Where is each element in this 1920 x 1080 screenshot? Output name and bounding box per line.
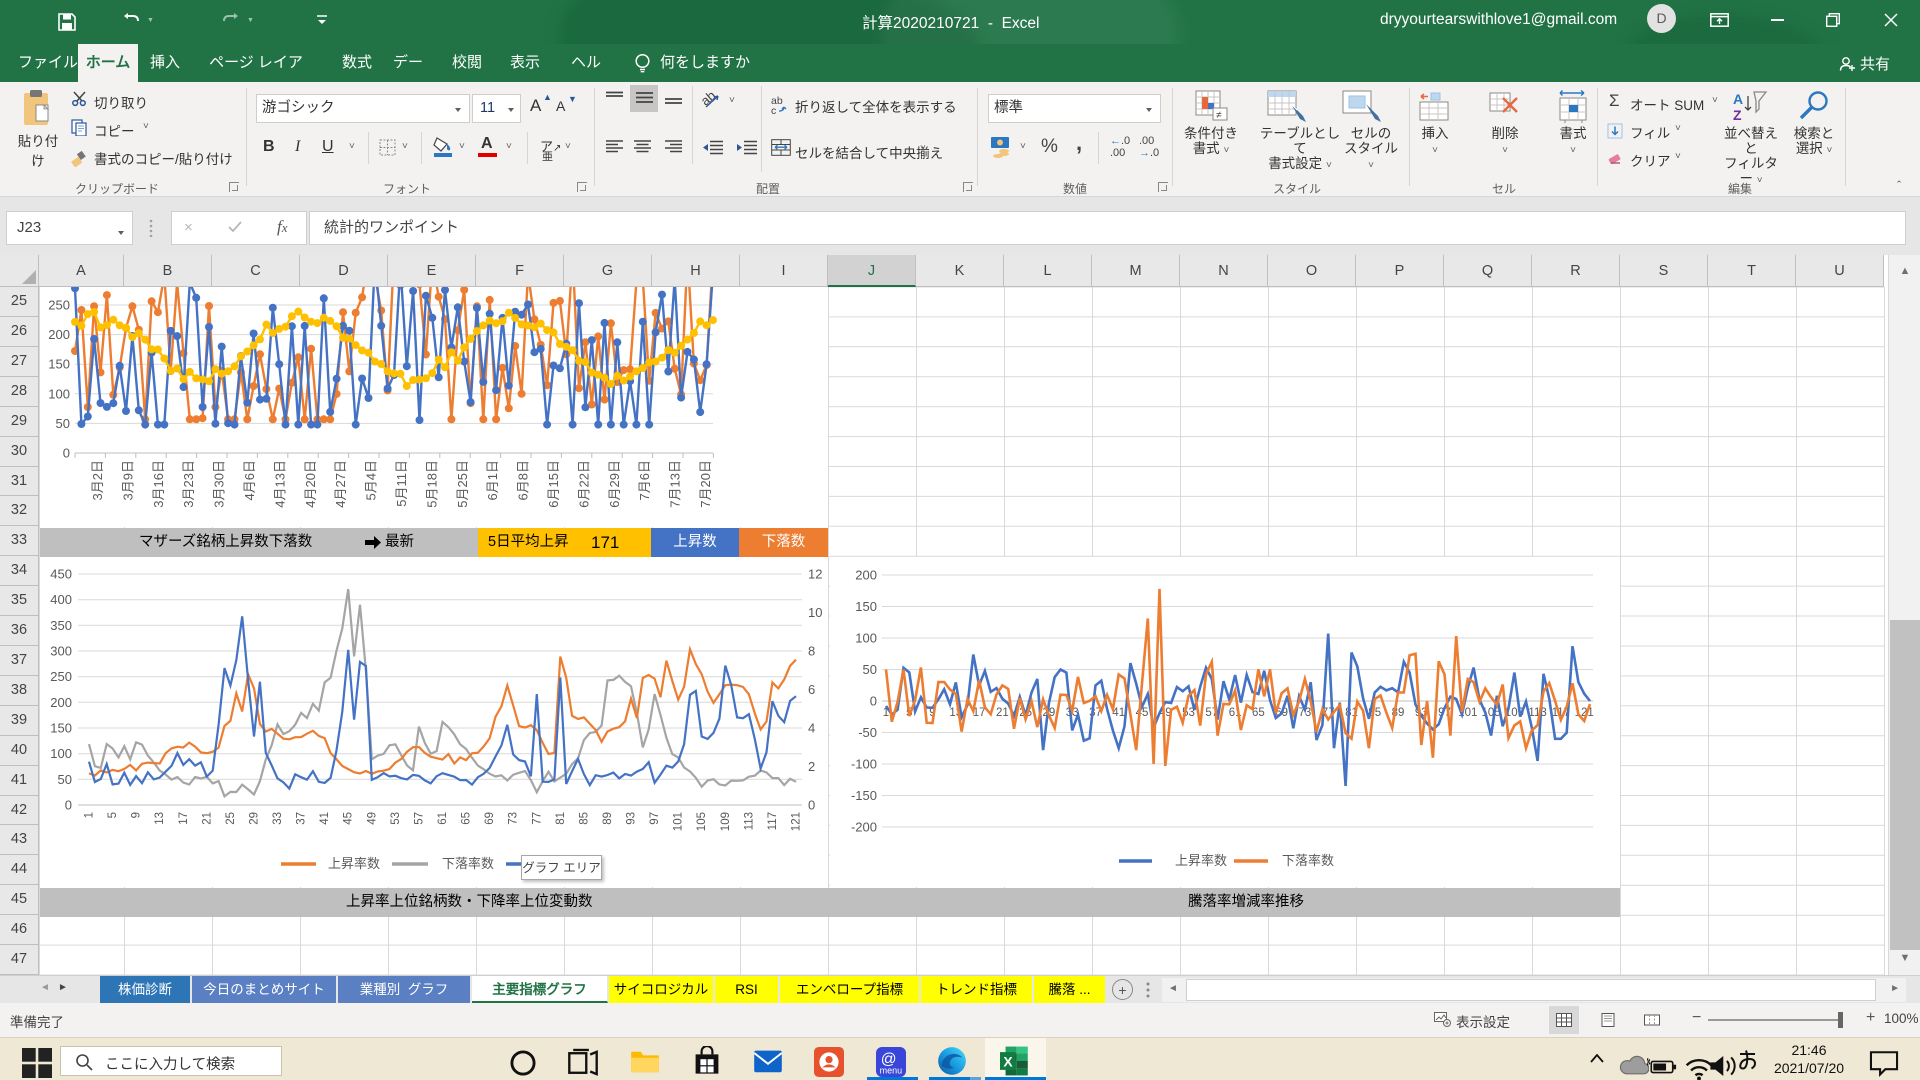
svg-text:200: 200 xyxy=(855,568,877,583)
svg-text:5月4日: 5月4日 xyxy=(364,460,379,500)
svg-text:17: 17 xyxy=(178,812,190,825)
svg-text:-50: -50 xyxy=(858,725,877,740)
svg-text:2: 2 xyxy=(808,759,815,774)
svg-text:41: 41 xyxy=(319,812,331,825)
svg-text:下落率数: 下落率数 xyxy=(442,856,494,871)
svg-text:0: 0 xyxy=(870,694,877,709)
svg-text:3月30日: 3月30日 xyxy=(212,460,227,508)
svg-text:109: 109 xyxy=(720,812,732,831)
svg-text:53: 53 xyxy=(390,812,402,825)
svg-text:200: 200 xyxy=(48,327,70,342)
svg-text:100: 100 xyxy=(50,746,72,761)
svg-text:5月11日: 5月11日 xyxy=(394,460,409,507)
svg-text:≠: ≠ xyxy=(1216,110,1222,121)
svg-text:3月9日: 3月9日 xyxy=(120,460,135,500)
svg-text:-150: -150 xyxy=(851,788,877,803)
svg-text:65: 65 xyxy=(461,812,473,825)
svg-text:7月20日: 7月20日 xyxy=(698,460,713,508)
svg-text:300: 300 xyxy=(50,644,72,659)
svg-text:7月13日: 7月13日 xyxy=(668,460,683,508)
svg-text:0: 0 xyxy=(63,446,70,461)
svg-text:6月8日: 6月8日 xyxy=(516,460,531,500)
svg-text:12: 12 xyxy=(808,567,822,582)
svg-text:37: 37 xyxy=(296,812,308,825)
svg-text:1: 1 xyxy=(84,812,96,818)
svg-text:A: A xyxy=(1733,91,1743,107)
svg-text:4: 4 xyxy=(808,721,815,736)
svg-text:-200: -200 xyxy=(851,820,877,835)
svg-text:50: 50 xyxy=(58,772,72,787)
svg-text:150: 150 xyxy=(50,721,72,736)
svg-text:6月1日: 6月1日 xyxy=(485,460,500,500)
svg-text:9: 9 xyxy=(131,812,143,818)
svg-text:0: 0 xyxy=(65,798,72,813)
svg-text:150: 150 xyxy=(48,357,70,372)
svg-text:4月6日: 4月6日 xyxy=(242,460,257,500)
svg-text:73: 73 xyxy=(508,812,520,825)
svg-text:121: 121 xyxy=(791,812,803,831)
svg-text:8: 8 xyxy=(808,644,815,659)
svg-text:45: 45 xyxy=(343,812,355,825)
svg-text:21: 21 xyxy=(201,812,213,825)
svg-text:25: 25 xyxy=(225,812,237,825)
svg-text:50: 50 xyxy=(863,662,877,677)
svg-text:250: 250 xyxy=(50,669,72,684)
svg-text:4月13日: 4月13日 xyxy=(272,460,287,508)
svg-text:105: 105 xyxy=(696,812,708,831)
svg-text:6月15日: 6月15日 xyxy=(546,460,561,508)
svg-text:10: 10 xyxy=(808,605,822,620)
svg-text:6: 6 xyxy=(808,682,815,697)
svg-text:X: X xyxy=(1003,1054,1013,1070)
svg-text:450: 450 xyxy=(50,567,72,582)
svg-text:113: 113 xyxy=(743,812,755,830)
svg-text:5: 5 xyxy=(107,812,119,818)
svg-text:21: 21 xyxy=(996,707,1009,719)
svg-text:200: 200 xyxy=(50,695,72,710)
svg-text:0: 0 xyxy=(808,798,815,813)
svg-text:49: 49 xyxy=(366,812,378,825)
svg-text:3月16日: 3月16日 xyxy=(151,460,166,508)
svg-text:4月20日: 4月20日 xyxy=(303,460,318,508)
svg-text:7月6日: 7月6日 xyxy=(637,460,652,500)
svg-text:menu: menu xyxy=(880,1065,903,1075)
svg-text:Z: Z xyxy=(1733,107,1742,123)
svg-text:350: 350 xyxy=(50,618,72,633)
svg-text:61: 61 xyxy=(437,812,449,825)
svg-text:上昇率数: 上昇率数 xyxy=(1175,853,1227,868)
svg-text:ab: ab xyxy=(702,90,718,108)
svg-text:c: c xyxy=(771,105,776,115)
svg-text:93: 93 xyxy=(626,812,638,825)
svg-text:69: 69 xyxy=(484,812,496,825)
svg-text:50: 50 xyxy=(56,416,70,431)
svg-text:97: 97 xyxy=(649,812,661,825)
svg-text:3月23日: 3月23日 xyxy=(181,460,196,508)
svg-text:101: 101 xyxy=(673,812,685,831)
svg-text:85: 85 xyxy=(578,812,590,825)
svg-text:3月2日: 3月2日 xyxy=(90,460,105,500)
svg-text:29: 29 xyxy=(249,812,261,825)
svg-text:65: 65 xyxy=(1252,707,1265,719)
svg-text:上昇率数: 上昇率数 xyxy=(328,856,380,871)
svg-text:-100: -100 xyxy=(851,757,877,772)
svg-text:57: 57 xyxy=(413,812,425,825)
svg-text:33: 33 xyxy=(272,812,284,825)
svg-text:77: 77 xyxy=(531,812,543,825)
svg-text:4月27日: 4月27日 xyxy=(333,460,348,508)
svg-text:13: 13 xyxy=(154,812,166,825)
svg-text:81: 81 xyxy=(555,812,567,825)
svg-text:89: 89 xyxy=(602,812,614,825)
svg-text:5月25日: 5月25日 xyxy=(455,460,470,508)
svg-text:100: 100 xyxy=(48,386,70,401)
svg-text:150: 150 xyxy=(855,599,877,614)
svg-text:100: 100 xyxy=(855,631,877,646)
svg-text:下落率数: 下落率数 xyxy=(1282,853,1334,868)
svg-text:6月22日: 6月22日 xyxy=(576,460,591,508)
svg-text:113: 113 xyxy=(1528,707,1546,719)
svg-text:250: 250 xyxy=(48,298,70,313)
svg-text:6月29日: 6月29日 xyxy=(607,460,622,508)
svg-text:400: 400 xyxy=(50,592,72,607)
svg-text:5月18日: 5月18日 xyxy=(424,460,439,508)
svg-text:117: 117 xyxy=(767,812,779,830)
